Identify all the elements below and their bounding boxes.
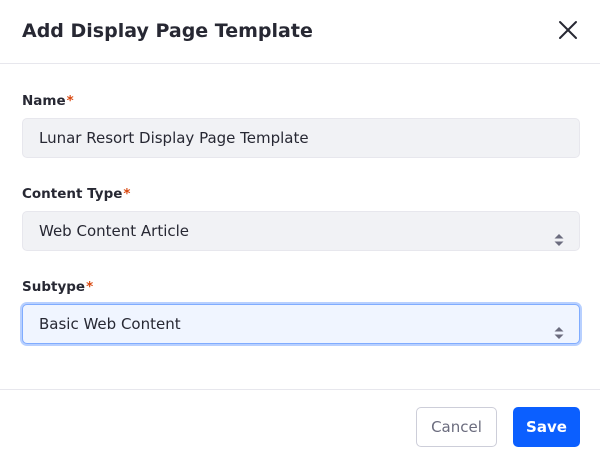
name-form-group: Name* Lunar Resort Display Page Template — [22, 92, 580, 158]
dialog-title: Add Display Page Template — [22, 20, 313, 42]
subtype-label-text: Subtype — [22, 279, 86, 295]
required-marker: * — [66, 93, 74, 109]
cancel-button[interactable]: Cancel — [416, 407, 497, 447]
required-marker: * — [123, 186, 131, 202]
name-input-value: Lunar Resort Display Page Template — [39, 129, 309, 147]
subtype-select[interactable]: Basic Web Content — [22, 304, 580, 344]
subtype-selected-value: Basic Web Content — [39, 315, 181, 333]
content-type-selected-value: Web Content Article — [39, 222, 190, 240]
content-type-label-text: Content Type — [22, 186, 123, 202]
content-type-form-group: Content Type* Web Content Article — [22, 185, 580, 251]
close-icon — [552, 20, 584, 40]
subtype-form-group: Subtype* Basic Web Content — [22, 278, 580, 344]
name-label-text: Name — [22, 93, 66, 109]
subtype-label: Subtype* — [22, 278, 580, 296]
select-caret-icon — [553, 317, 565, 339]
name-input[interactable]: Lunar Resort Display Page Template — [22, 118, 580, 158]
dialog-footer: Cancel Save — [0, 389, 600, 460]
dialog-header: Add Display Page Template — [0, 0, 600, 64]
save-button[interactable]: Save — [513, 407, 580, 447]
add-display-page-template-dialog: Add Display Page Template Name* Lunar Re… — [0, 0, 600, 460]
dialog-body: Name* Lunar Resort Display Page Template… — [0, 64, 600, 389]
content-type-select[interactable]: Web Content Article — [22, 211, 580, 251]
required-marker: * — [86, 279, 94, 295]
close-button[interactable] — [552, 14, 584, 46]
name-label: Name* — [22, 92, 580, 110]
content-type-label: Content Type* — [22, 185, 580, 203]
select-caret-icon — [553, 224, 565, 246]
